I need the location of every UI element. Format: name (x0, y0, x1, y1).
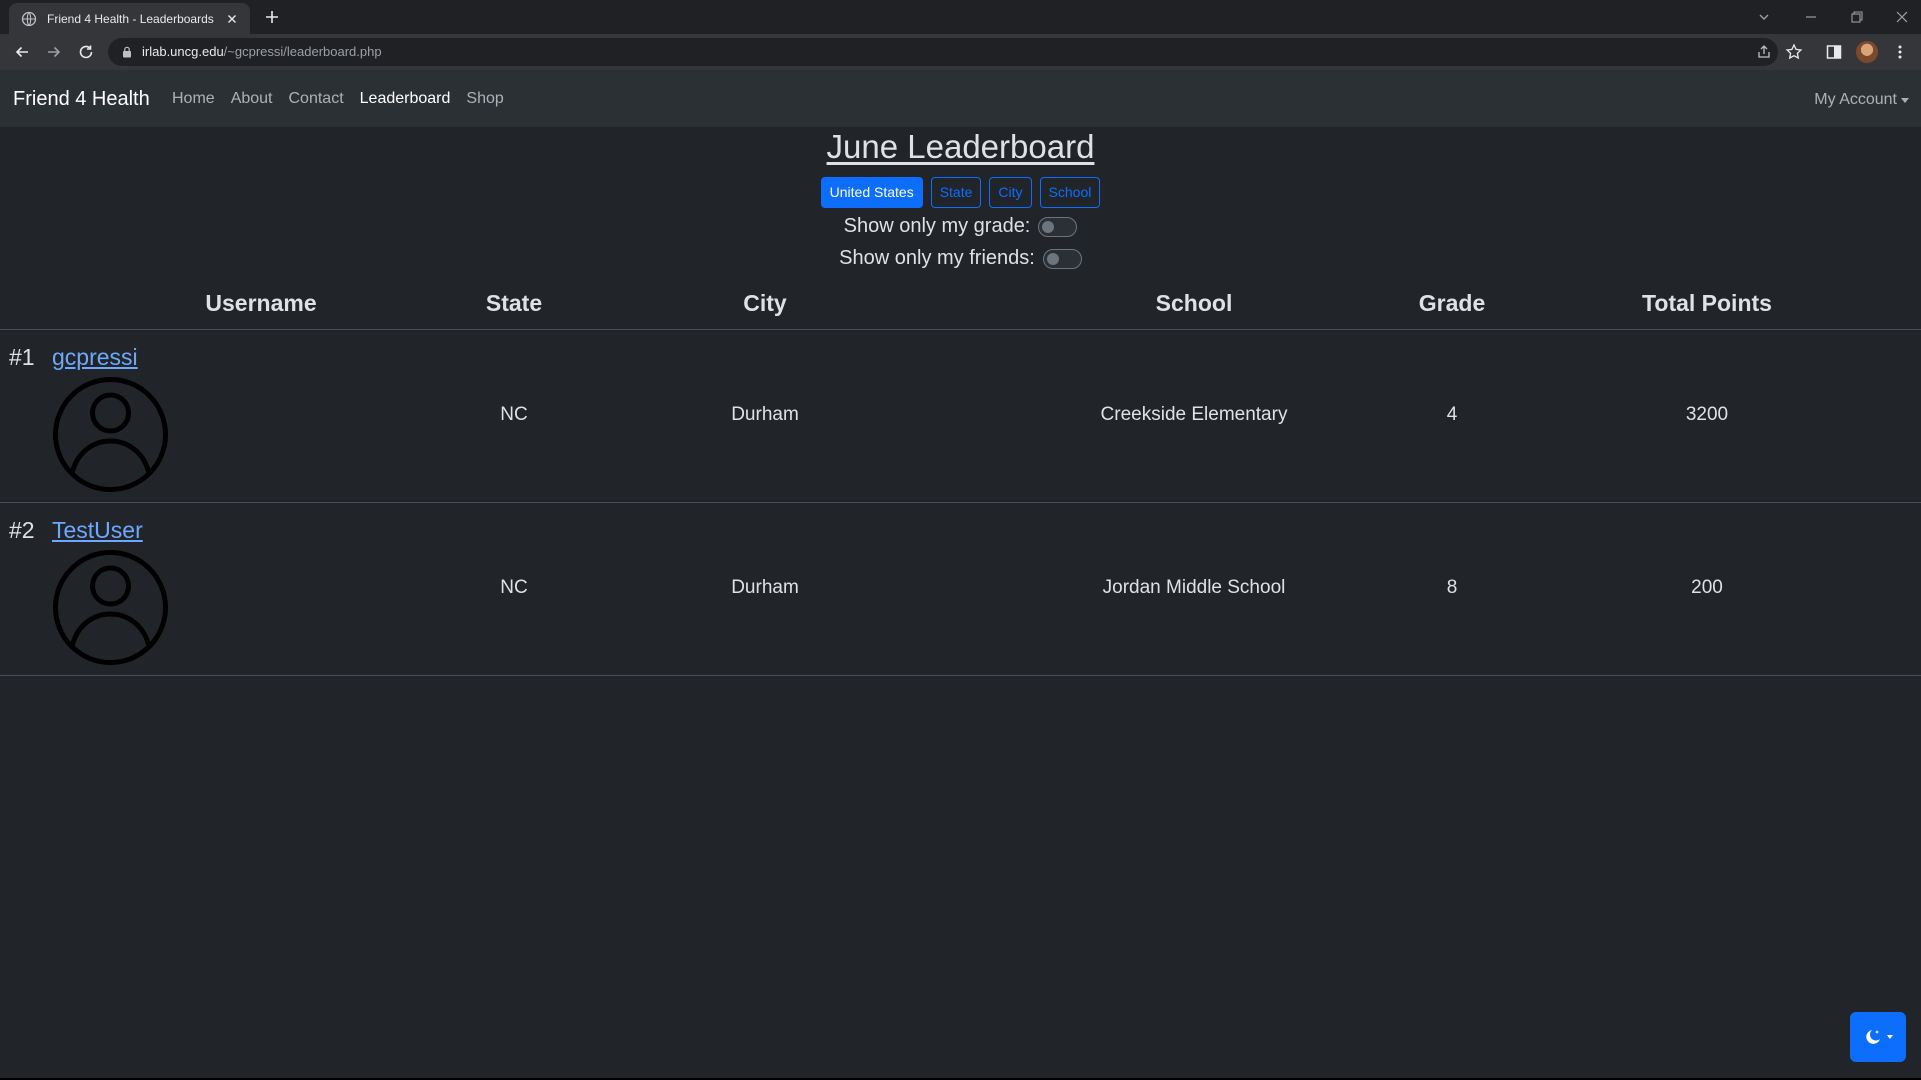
browser-toolbar: irlab.uncg.edu/~gcpressi/leaderboard.php (0, 34, 1921, 70)
friends-toggle-switch[interactable] (1042, 248, 1082, 269)
address-bar[interactable]: irlab.uncg.edu/~gcpressi/leaderboard.php (108, 38, 1778, 66)
nav-link-shop[interactable]: Shop (466, 90, 503, 108)
globe-icon (21, 11, 37, 26)
new-tab-icon[interactable] (262, 7, 282, 27)
column-header-username: Username (205, 290, 317, 316)
url-text: irlab.uncg.edu/~gcpressi/leaderboard.php (142, 44, 382, 59)
kebab-menu-icon[interactable] (1891, 43, 1909, 61)
filter-school-button[interactable]: School (1039, 177, 1101, 208)
tab-title: Friend 4 Health - Leaderboards (47, 11, 214, 26)
restore-icon[interactable] (1846, 6, 1868, 28)
column-header-total-points: Total Points (1642, 290, 1772, 316)
browser-tab[interactable]: Friend 4 Health - Leaderboards (9, 3, 250, 34)
username-link[interactable]: gcpressi (52, 344, 138, 371)
city-cell: Durham (731, 577, 799, 598)
state-cell: NC (500, 404, 528, 425)
friends-toggle-row: Show only my friends: (0, 247, 1921, 270)
star-icon[interactable] (1785, 43, 1803, 61)
page-title: June Leaderboard (826, 128, 1095, 165)
username-link[interactable]: TestUser (52, 517, 143, 544)
close-window-icon[interactable] (1891, 6, 1913, 28)
tab-search-icon[interactable] (1753, 6, 1775, 28)
close-icon[interactable] (224, 11, 240, 27)
reload-icon[interactable] (77, 43, 95, 61)
state-cell: NC (500, 577, 528, 598)
grade-cell: 8 (1446, 577, 1458, 598)
column-header-city: City (743, 290, 787, 316)
friends-toggle-label: Show only my friends: (839, 247, 1035, 269)
grade-toggle-switch[interactable] (1038, 216, 1078, 237)
person-circle-icon (53, 377, 168, 492)
column-header-state: State (485, 290, 543, 316)
profile-avatar[interactable] (1856, 41, 1878, 63)
grade-toggle-row: Show only my grade: (0, 215, 1921, 238)
rank-label: #2 (9, 517, 35, 543)
back-arrow-icon[interactable] (13, 43, 31, 61)
rank-label: #1 (9, 344, 35, 370)
nav-link-about[interactable]: About (231, 90, 273, 108)
column-header-grade: Grade (1418, 290, 1486, 316)
column-header-school: School (1155, 290, 1233, 316)
caret-down-icon (1901, 97, 1909, 103)
url-host: irlab.uncg.edu (142, 44, 224, 59)
school-cell: Jordan Middle School (1102, 577, 1286, 598)
school-cell: Creekside Elementary (1100, 404, 1288, 425)
nav-link-leaderboard[interactable]: Leaderboard (360, 90, 451, 108)
grade-cell: 4 (1446, 404, 1458, 425)
nav-link-contact[interactable]: Contact (289, 90, 344, 108)
brand-logo[interactable]: Friend 4 Health (13, 88, 150, 111)
grade-toggle-label: Show only my grade: (843, 215, 1031, 237)
theme-toggle-button[interactable] (1850, 1012, 1906, 1062)
moon-stars-icon (1866, 1030, 1880, 1044)
browser-tabstrip: Friend 4 Health - Leaderboards (0, 0, 1921, 34)
my-account-label: My Account (1814, 91, 1897, 108)
share-icon[interactable] (1756, 44, 1772, 60)
table-row: #2 TestUser NC Durham Jordan Middle Scho… (0, 503, 1921, 676)
table-row: #1 gcpressi NC Durham Creekside Elementa… (0, 330, 1921, 503)
my-account-dropdown[interactable]: My Account (1814, 91, 1909, 109)
person-circle-icon (53, 550, 168, 665)
city-cell: Durham (731, 404, 799, 425)
site-navbar: Friend 4 Health Home About Contact Leade… (0, 70, 1921, 127)
table-header: Username State City School Grade Total P… (0, 286, 1921, 330)
forward-arrow-icon[interactable] (45, 43, 63, 61)
minimize-icon[interactable] (1800, 6, 1822, 28)
filter-city-button[interactable]: City (989, 177, 1032, 208)
scope-filter-group: United States State City School (0, 177, 1921, 208)
points-cell: 200 (1691, 577, 1723, 598)
url-path: /~gcpressi/leaderboard.php (223, 44, 382, 59)
lock-icon[interactable] (122, 46, 132, 58)
nav-link-home[interactable]: Home (172, 90, 215, 108)
nav-links: Home About Contact Leaderboard Shop (172, 90, 504, 108)
points-cell: 3200 (1685, 404, 1729, 425)
filter-state-button[interactable]: State (930, 177, 982, 208)
caret-down-icon (1887, 1035, 1893, 1039)
filter-united-states-button[interactable]: United States (820, 177, 923, 208)
side-panel-icon[interactable] (1825, 43, 1843, 61)
